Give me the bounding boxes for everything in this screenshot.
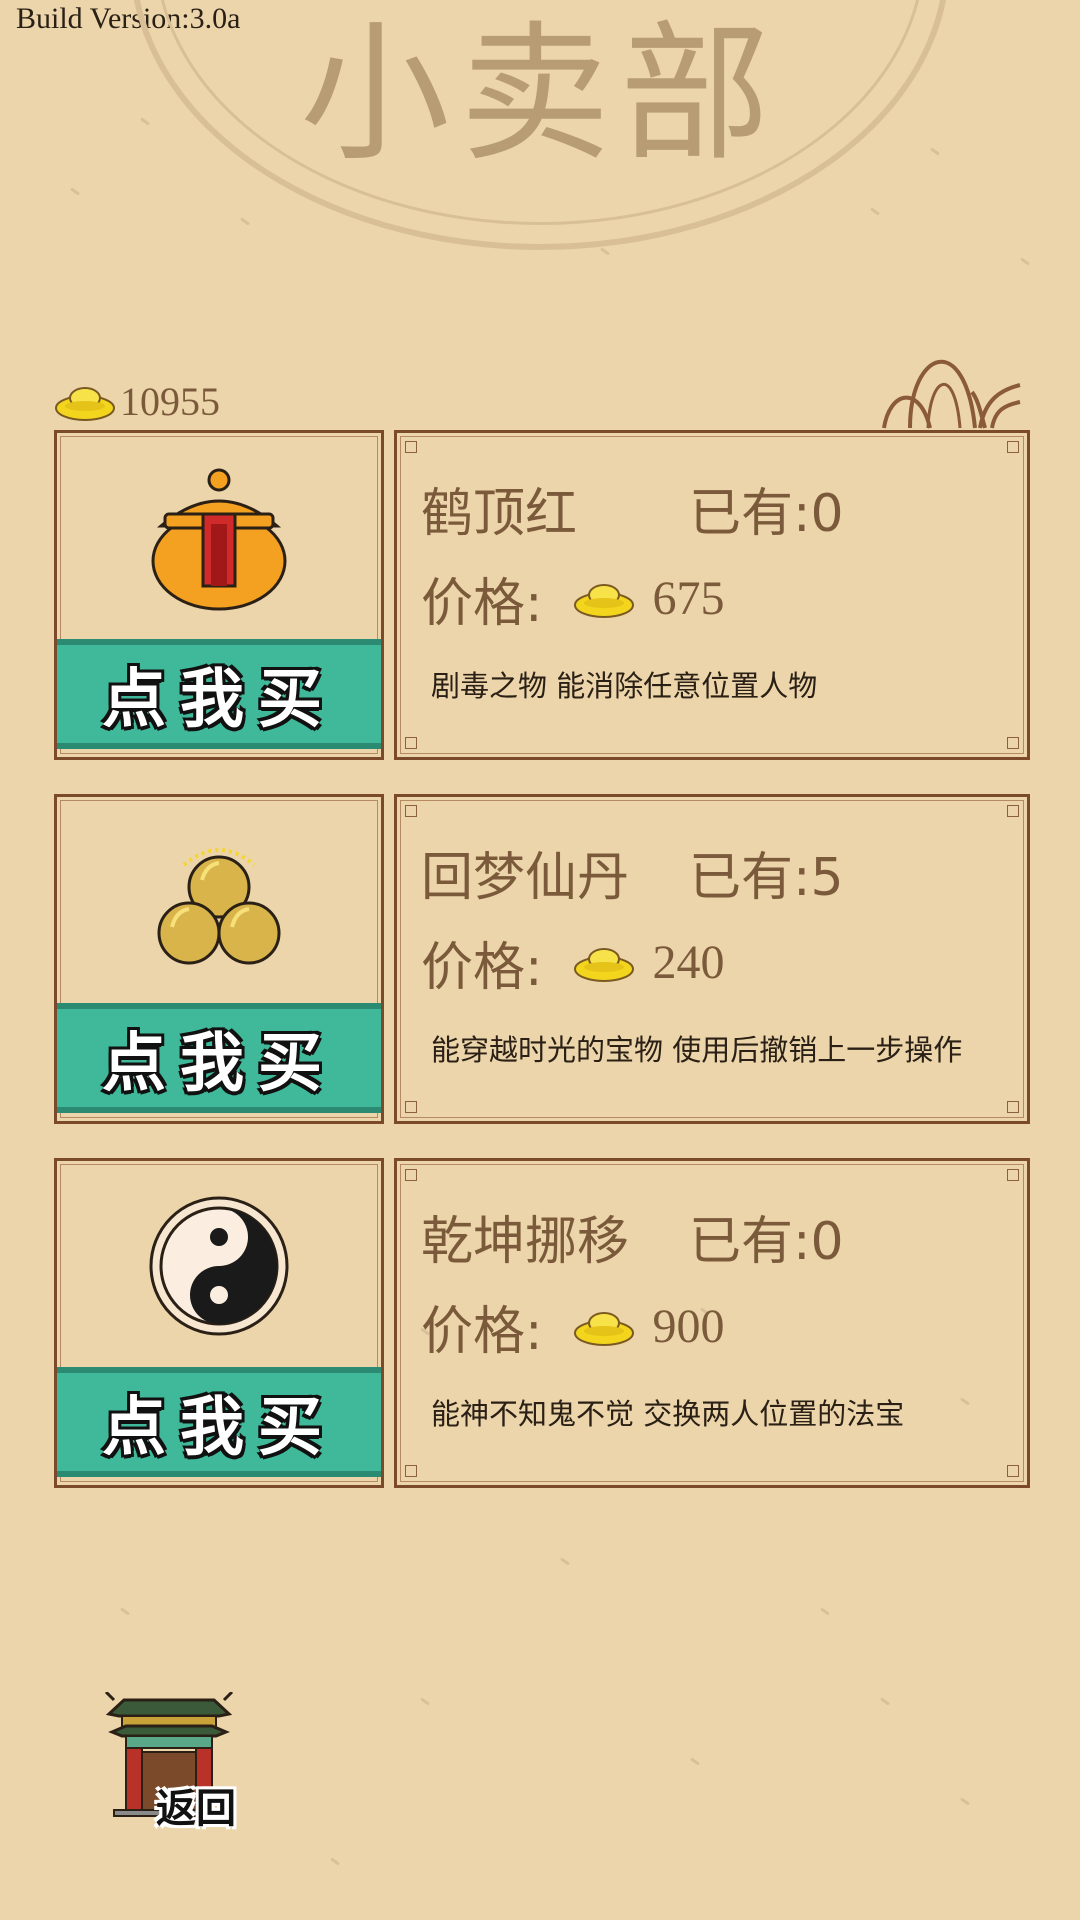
gold-ingot-icon xyxy=(573,947,634,982)
item-price: 900 xyxy=(652,1300,725,1353)
item-price-row: 价格: 900 xyxy=(421,1289,725,1364)
item-owned-count: 已有:0 xyxy=(689,1212,844,1272)
item-info-panel: 回梦仙丹 已有:5 价格: 240 能穿越时光的宝物 使用后撤销上一步操作 xyxy=(394,794,1030,1124)
item-owned-count: 已有:5 xyxy=(689,848,844,908)
yin-yang-icon xyxy=(149,1196,289,1336)
mountain-decoration xyxy=(882,360,1021,429)
gold-ingot-icon xyxy=(573,1311,634,1346)
price-label: 价格: xyxy=(421,938,543,998)
item-price-row: 价格: 240 xyxy=(421,925,725,1000)
poison-jar-icon xyxy=(151,468,287,610)
item-price: 240 xyxy=(652,936,725,989)
item-info-panel: 鹤顶红 已有:0 价格: 675 剧毒之物 能消除任意位置人物 xyxy=(394,430,1030,760)
shop-item-3: 点我买 乾坤挪移 已有:0 价格: 900 能神不知鬼不觉 交换两人位置的法宝 xyxy=(54,1158,1030,1488)
shop-item-2: 点我买 回梦仙丹 已有:5 价格: 240 能穿越时光的宝物 使用后撤销上一步操… xyxy=(54,794,1030,1124)
gold-ingot-icon xyxy=(573,583,634,618)
page-title: 小卖部 xyxy=(299,8,780,182)
item-icon-panel: 点我买 xyxy=(54,430,384,760)
buy-button[interactable]: 点我买 xyxy=(57,1003,381,1113)
item-icon-panel: 点我买 xyxy=(54,1158,384,1488)
gold-ingot-icon xyxy=(55,386,115,421)
price-label: 价格: xyxy=(421,574,543,634)
item-icon-panel: 点我买 xyxy=(54,794,384,1124)
buy-button[interactable]: 点我买 xyxy=(57,639,381,749)
item-name: 乾坤挪移 xyxy=(421,1212,630,1272)
item-description: 能神不知鬼不觉 交换两人位置的法宝 xyxy=(431,1397,905,1431)
item-info-panel: 乾坤挪移 已有:0 价格: 900 能神不知鬼不觉 交换两人位置的法宝 xyxy=(394,1158,1030,1488)
item-description: 能穿越时光的宝物 使用后撤销上一步操作 xyxy=(431,1033,963,1067)
item-price-row: 价格: 675 xyxy=(421,561,725,636)
currency-display: 10955 xyxy=(54,378,220,425)
back-label: 返回 xyxy=(156,1786,236,1832)
price-label: 价格: xyxy=(421,1302,543,1362)
buy-button[interactable]: 点我买 xyxy=(57,1367,381,1477)
item-description: 剧毒之物 能消除任意位置人物 xyxy=(431,669,818,703)
item-name: 鹤顶红 xyxy=(421,484,578,544)
item-price: 675 xyxy=(652,572,725,625)
back-button[interactable]: 返回 xyxy=(104,1690,254,1832)
item-owned-count: 已有:0 xyxy=(689,484,844,544)
shop-item-1: 点我买 鹤顶红 已有:0 价格: 675 剧毒之物 能消除任意位置人物 xyxy=(54,430,1030,760)
currency-amount: 10955 xyxy=(120,379,220,424)
item-name: 回梦仙丹 xyxy=(421,848,630,908)
golden-pills-icon xyxy=(157,847,281,964)
